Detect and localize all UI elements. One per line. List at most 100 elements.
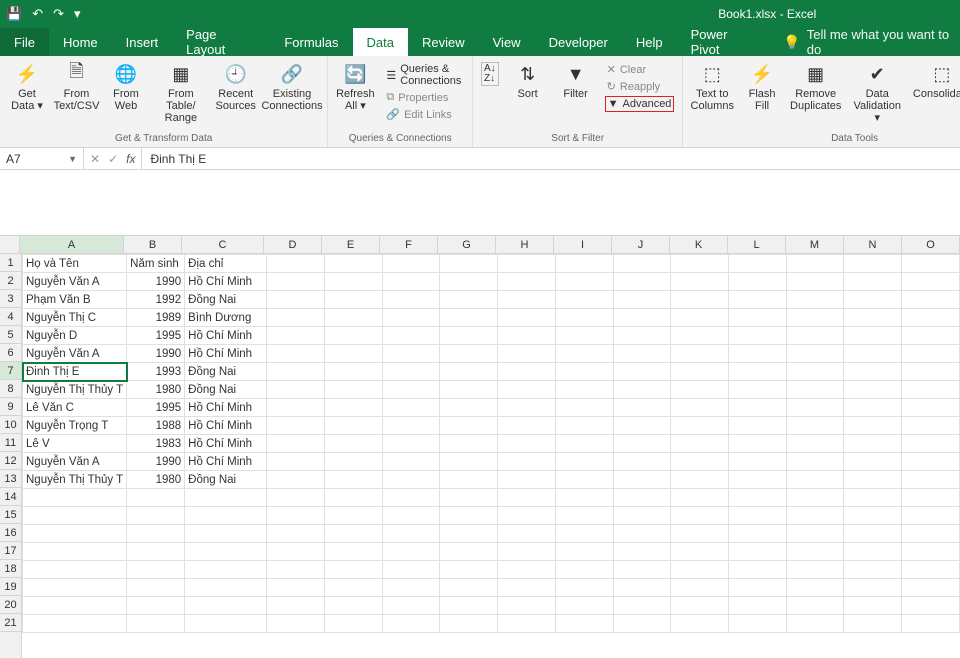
cell-G16[interactable] [440,525,498,543]
cell-C13[interactable]: Đồng Nai [185,471,267,489]
cell-C3[interactable]: Đồng Nai [185,291,267,309]
cell-C15[interactable] [185,507,267,525]
cell-K21[interactable] [671,615,729,633]
cell-B2[interactable]: 1990 [127,273,185,291]
row-header-19[interactable]: 19 [0,578,21,596]
cell-D14[interactable] [267,489,325,507]
cell-B19[interactable] [127,579,185,597]
cell-H15[interactable] [498,507,556,525]
cell-O5[interactable] [902,327,960,345]
cell-L8[interactable] [728,381,786,399]
cell-J3[interactable] [613,291,671,309]
cell-B13[interactable]: 1980 [127,471,185,489]
text-to-columns[interactable]: ⬚Text toColumns [691,60,733,112]
cell-E1[interactable] [324,255,382,273]
cell-K1[interactable] [671,255,729,273]
cell-B20[interactable] [127,597,185,615]
get-data[interactable]: ⚡GetData ▾ [8,60,46,112]
cell-K7[interactable] [671,363,729,381]
cell-J8[interactable] [613,381,671,399]
cell-E8[interactable] [324,381,382,399]
cell-C11[interactable]: Hồ Chí Minh [185,435,267,453]
cell-C9[interactable]: Hồ Chí Minh [185,399,267,417]
cell-J20[interactable] [613,597,671,615]
cell-K12[interactable] [671,453,729,471]
cell-N12[interactable] [844,453,902,471]
cell-K17[interactable] [671,543,729,561]
select-all-corner[interactable] [0,236,20,254]
cell-K13[interactable] [671,471,729,489]
cell-D16[interactable] [267,525,325,543]
col-header-D[interactable]: D [264,236,322,253]
cell-M1[interactable] [786,255,844,273]
cell-K18[interactable] [671,561,729,579]
cell-F4[interactable] [382,309,440,327]
cell-B15[interactable] [127,507,185,525]
cell-F12[interactable] [382,453,440,471]
cell-M4[interactable] [786,309,844,327]
cell-B18[interactable] [127,561,185,579]
cell-E12[interactable] [324,453,382,471]
cell-G19[interactable] [440,579,498,597]
cell-J6[interactable] [613,345,671,363]
cell-O10[interactable] [902,417,960,435]
cell-I5[interactable] [555,327,613,345]
cell-A1[interactable]: Họ và Tên [23,255,127,273]
row-header-13[interactable]: 13 [0,470,21,488]
cell-J17[interactable] [613,543,671,561]
cell-O4[interactable] [902,309,960,327]
cell-F10[interactable] [382,417,440,435]
cell-J15[interactable] [613,507,671,525]
cell-F9[interactable] [382,399,440,417]
sort-az-za[interactable]: A↓Z↓ [481,62,499,86]
cell-I4[interactable] [555,309,613,327]
cell-C2[interactable]: Hồ Chí Minh [185,273,267,291]
cell-D12[interactable] [267,453,325,471]
cell-K6[interactable] [671,345,729,363]
cell-O17[interactable] [902,543,960,561]
cell-A17[interactable] [23,543,127,561]
row-header-15[interactable]: 15 [0,506,21,524]
cell-E18[interactable] [324,561,382,579]
cell-F17[interactable] [382,543,440,561]
cell-A9[interactable]: Lê Văn C [23,399,127,417]
row-header-6[interactable]: 6 [0,344,21,362]
flash-fill[interactable]: ⚡FlashFill [743,60,781,112]
cell-G10[interactable] [440,417,498,435]
cell-D19[interactable] [267,579,325,597]
from-text-csv[interactable]: 🗎FromText/CSV [56,60,97,112]
remove-duplicates[interactable]: ▦RemoveDuplicates [791,60,840,112]
advanced-filter[interactable]: ▼Advanced [605,96,675,112]
cell-A4[interactable]: Nguyễn Thị C [23,309,127,327]
cell-E11[interactable] [324,435,382,453]
redo-icon[interactable]: ↷ [53,6,64,22]
cell-G5[interactable] [440,327,498,345]
cell-L5[interactable] [728,327,786,345]
cell-B4[interactable]: 1989 [127,309,185,327]
cell-F20[interactable] [382,597,440,615]
cell-F11[interactable] [382,435,440,453]
cell-D20[interactable] [267,597,325,615]
cell-I18[interactable] [555,561,613,579]
cell-A16[interactable] [23,525,127,543]
cell-G20[interactable] [440,597,498,615]
cell-J18[interactable] [613,561,671,579]
cell-E4[interactable] [324,309,382,327]
formula-bar[interactable]: Đinh Thị E [142,152,960,166]
col-header-O[interactable]: O [902,236,960,253]
cell-E5[interactable] [324,327,382,345]
tab-data[interactable]: Data [353,28,408,56]
cell-E14[interactable] [324,489,382,507]
filter[interactable]: ▼Filter [557,60,595,100]
cell-L19[interactable] [728,579,786,597]
cell-H4[interactable] [498,309,556,327]
cell-O3[interactable] [902,291,960,309]
cell-I15[interactable] [555,507,613,525]
cell-G9[interactable] [440,399,498,417]
cell-G6[interactable] [440,345,498,363]
cell-G17[interactable] [440,543,498,561]
cell-L9[interactable] [728,399,786,417]
cell-A20[interactable] [23,597,127,615]
cell-G21[interactable] [440,615,498,633]
cell-B21[interactable] [127,615,185,633]
